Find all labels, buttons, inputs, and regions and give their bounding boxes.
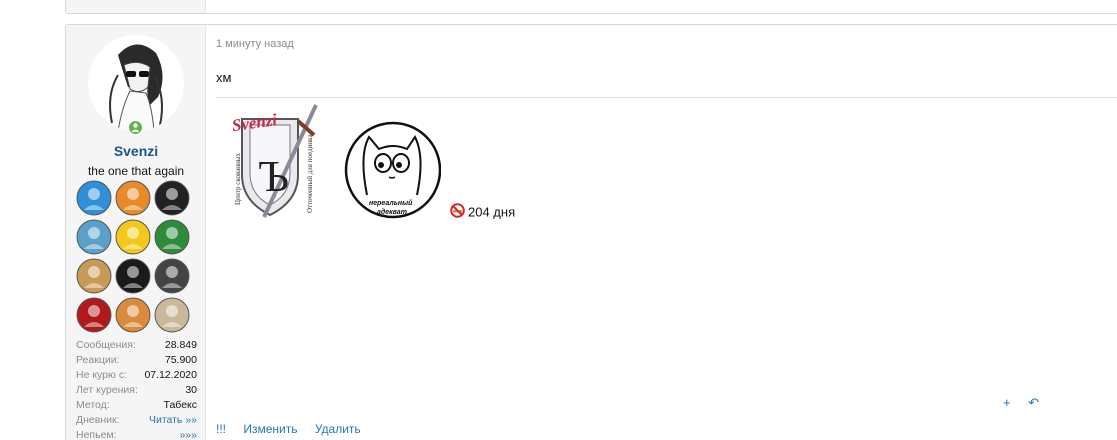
user-stat-row: Сообщения: 28.849 bbox=[76, 338, 197, 353]
feather-award-icon[interactable] bbox=[154, 297, 190, 333]
user-stat-row: Лет курения: 30 bbox=[76, 383, 197, 398]
user-cell: Svenzi the one that again Сообщения: 28.8… bbox=[66, 25, 206, 440]
avatar[interactable] bbox=[88, 35, 184, 131]
svg-text:Ъ: Ъ bbox=[258, 152, 289, 201]
user-stat-value: 28.849 bbox=[164, 339, 197, 351]
user-stat-value: 30 bbox=[185, 384, 197, 396]
user-stat-value: 75.900 bbox=[164, 354, 197, 366]
user-stat-row: Непьем: »»» bbox=[76, 428, 197, 440]
user-stat-row: Реакции: 75.900 bbox=[76, 353, 197, 368]
post-time[interactable]: 1 минуту назад bbox=[216, 38, 294, 50]
user-stat-row: Не курю с: 07.12.2020 bbox=[76, 368, 197, 383]
cards-award-icon[interactable] bbox=[76, 297, 112, 333]
reply-icon[interactable]: ↶ bbox=[1028, 395, 1039, 410]
post-right-actions: + ↶ bbox=[1003, 395, 1053, 411]
flower-award-icon[interactable] bbox=[115, 219, 151, 255]
user-stat-label: Сообщения: bbox=[76, 339, 136, 351]
user-stat-label: Лет курения: bbox=[76, 384, 138, 396]
svg-text:нереальный: нереальный bbox=[369, 199, 413, 207]
online-status-icon bbox=[127, 119, 144, 136]
delete-link[interactable]: Удалить bbox=[315, 422, 361, 436]
detective-award-icon[interactable] bbox=[154, 258, 190, 294]
hat-award-icon[interactable] bbox=[115, 258, 151, 294]
report-link[interactable]: !!! bbox=[216, 422, 226, 436]
user-stat-label: Метод: bbox=[76, 399, 110, 411]
user-stat-label: Дневник: bbox=[76, 414, 120, 426]
user-stat-label: Реакции: bbox=[76, 354, 120, 366]
edit-link[interactable]: Изменить bbox=[243, 422, 297, 436]
bear-award-icon[interactable] bbox=[115, 297, 151, 333]
user-stat-value[interactable]: »»» bbox=[179, 428, 197, 440]
user-stat-value: Табекс bbox=[163, 399, 197, 411]
post-message: хм bbox=[216, 70, 232, 85]
user-stat-value[interactable]: Читать »» bbox=[149, 413, 197, 428]
signature-logo-image: Svenzi Ъ Центр скованных Отточенный для … bbox=[228, 101, 324, 221]
previous-post bbox=[65, 0, 1117, 14]
user-stat-row: Метод: Табекс bbox=[76, 398, 197, 413]
svg-text:адекват: адекват bbox=[377, 208, 407, 216]
user-stat-value: 07.12.2020 bbox=[144, 369, 197, 381]
signature-cat-image: нереальный адекват bbox=[341, 115, 442, 225]
signature-divider bbox=[216, 97, 1117, 98]
user-stat-label: Не курю с: bbox=[76, 369, 127, 381]
user-stats: Сообщения: 28.849 Реакции: 75.900 Не курю с:… bbox=[76, 338, 197, 440]
post-actions: !!! Изменить Удалить bbox=[216, 422, 375, 436]
stars-award-icon[interactable] bbox=[76, 258, 112, 294]
multiquote-plus-button[interactable]: + bbox=[1003, 395, 1011, 410]
dog-award-icon[interactable] bbox=[115, 180, 151, 216]
user-title: the one that again bbox=[87, 164, 185, 178]
no-smoking-counter: 204 дня bbox=[450, 203, 515, 221]
svg-text:Отточенный для поединка: Отточенный для поединка bbox=[306, 134, 314, 213]
post: Svenzi the one that again Сообщения: 28.8… bbox=[65, 24, 1117, 440]
no-smoking-icon bbox=[450, 203, 465, 223]
user-stat-label: Непьем: bbox=[76, 429, 117, 440]
spy-award-icon[interactable] bbox=[154, 180, 190, 216]
svg-text:Центр скованных: Центр скованных bbox=[234, 153, 242, 205]
power-award-icon[interactable] bbox=[154, 219, 190, 255]
blue-person-award-icon[interactable] bbox=[76, 180, 112, 216]
user-stat-row: Дневник: Читать »» bbox=[76, 413, 197, 428]
previous-post-user-cell bbox=[66, 0, 206, 13]
fish-award-icon[interactable] bbox=[76, 219, 112, 255]
username[interactable]: Svenzi bbox=[66, 143, 206, 159]
no-smoking-days: 204 дня bbox=[468, 204, 516, 220]
